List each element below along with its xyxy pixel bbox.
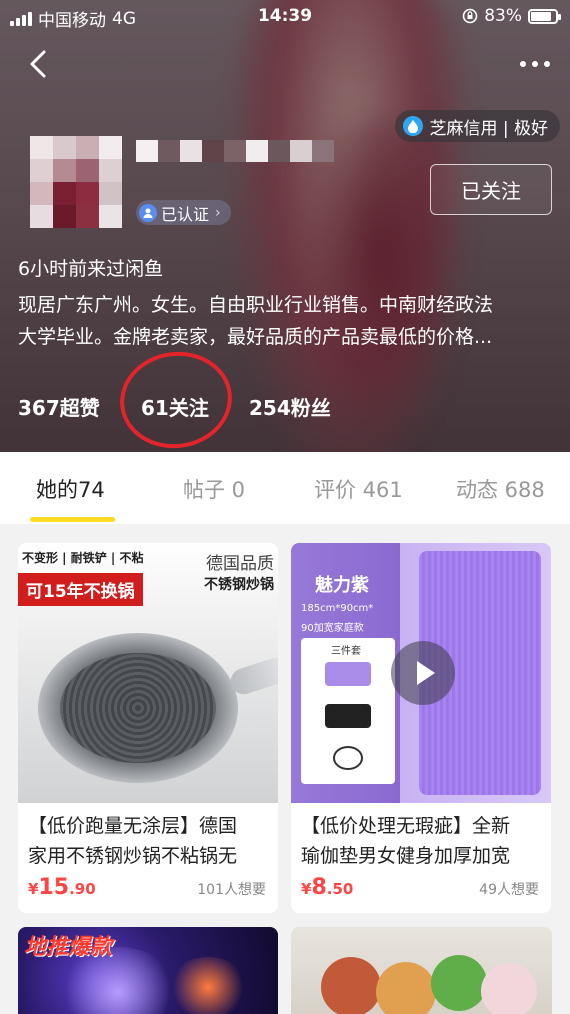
product-price: ¥8.50 — [301, 875, 354, 900]
verified-badge[interactable]: 已认证 › — [136, 200, 231, 225]
more-options-button[interactable] — [520, 50, 550, 78]
chevron-right-icon: › — [215, 204, 221, 221]
tab-items[interactable]: 她的74 — [36, 474, 105, 504]
battery-icon — [528, 8, 561, 24]
profile-header: 中国移动 4G 14:39 83% 芝麻信用 | 极好 已认证 › 已关注 6小… — [0, 0, 570, 452]
active-tab-indicator — [30, 517, 115, 522]
sesame-credit-badge[interactable]: 芝麻信用 | 极好 — [395, 110, 560, 142]
username-pixelated — [136, 140, 334, 162]
orientation-lock-icon — [462, 8, 478, 24]
followers-count[interactable]: 254粉丝 — [249, 392, 331, 421]
avatar[interactable] — [30, 136, 122, 228]
play-video-button[interactable] — [391, 641, 455, 705]
sesame-credit-text: 芝麻信用 | 极好 — [429, 118, 548, 139]
product-card[interactable]: 魅力紫 185cm*90cm* 90加宽家庭款 三件套 【低价处理无瑕疵】全新 … — [291, 543, 551, 913]
product-title[interactable]: 【低价处理无瑕疵】全新 瑜伽垫男女健身加厚加宽 — [301, 811, 545, 871]
product-card[interactable]: 不变形 | 耐铁铲 | 不粘 可15年不换锅 德国品质 不锈钢炒锅 【低价跑量无… — [18, 543, 278, 913]
profile-tabs: 她的74 帖子 0 评价 461 动态 688 — [0, 452, 570, 524]
image-text: 三件套 — [331, 646, 361, 657]
bio: 现居广东广州。女生。自由职业行业销售。中南财经政法 大学毕业。金牌老卖家，最好品… — [18, 289, 554, 353]
tab-posts[interactable]: 帖子 0 — [183, 474, 245, 504]
tab-reviews[interactable]: 评价 461 — [314, 474, 403, 504]
chevron-left-icon — [30, 50, 46, 78]
image-text: 不变形 | 耐铁铲 | 不粘 — [22, 551, 144, 565]
tab-activity[interactable]: 动态 688 — [456, 474, 545, 504]
want-count: 49人想要 — [479, 882, 539, 898]
product-price: ¥15.90 — [28, 875, 96, 900]
image-text: 可15年不换锅 — [18, 573, 143, 606]
sesame-icon — [403, 116, 424, 136]
product-image[interactable]: 魅力紫 185cm*90cm* 90加宽家庭款 三件套 — [291, 543, 551, 803]
bio-line: 现居广东广州。女生。自由职业行业销售。中南财经政法 — [18, 294, 494, 316]
product-image[interactable]: 不变形 | 耐铁铲 | 不粘 可15年不换锅 德国品质 不锈钢炒锅 — [18, 543, 278, 803]
image-text: 德国品质 — [206, 554, 274, 574]
image-text: 不锈钢炒锅 — [204, 577, 274, 593]
back-button[interactable] — [20, 44, 60, 84]
image-text: 185cm*90cm* — [301, 603, 374, 614]
image-text: 地推爆款 — [24, 935, 113, 960]
image-text: 魅力紫 — [315, 575, 369, 596]
status-bar: 中国移动 4G 14:39 83% — [0, 0, 570, 34]
image-text: 90加宽家庭款 — [301, 623, 364, 634]
last-visit-text: 6小时前来过闲鱼 — [18, 258, 164, 280]
likes-count[interactable]: 367超赞 — [18, 392, 100, 421]
verified-user-icon — [139, 203, 157, 222]
bio-line: 大学毕业。金牌老卖家，最好品质的产品卖最低的价格... — [18, 326, 493, 348]
verified-label: 已认证 — [161, 204, 210, 224]
product-card-preview[interactable]: 地推爆款 — [18, 927, 278, 1014]
follow-button[interactable]: 已关注 — [430, 164, 552, 215]
battery-percent: 83% — [484, 6, 522, 26]
product-title[interactable]: 【低价跑量无涂层】德国 家用不锈钢炒锅不粘锅无 — [28, 811, 272, 871]
want-count: 101人想要 — [197, 882, 266, 898]
product-card-preview[interactable] — [291, 927, 552, 1014]
